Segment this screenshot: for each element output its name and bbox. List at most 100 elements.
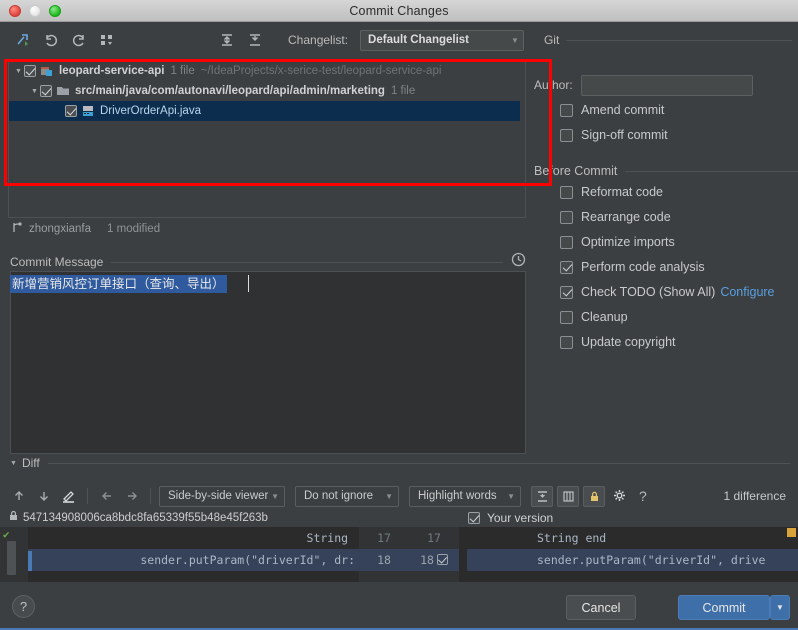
refresh-changes-icon[interactable] (12, 29, 34, 51)
chevron-down-icon[interactable]: ▼ (13, 68, 24, 75)
diff-right-code[interactable]: String end sender.putParam("driverId", d… (467, 527, 798, 582)
accept-change-checkbox[interactable] (436, 554, 448, 565)
java-file-icon (81, 104, 96, 118)
diff-left-gutter[interactable]: ✔ (0, 527, 28, 582)
file-checkbox[interactable] (40, 85, 52, 97)
amend-commit-checkbox[interactable] (560, 103, 573, 117)
left-line-number-column: 17 18 (359, 527, 409, 582)
changelist-dropdown[interactable]: Default Changelist ▼ (360, 29, 524, 51)
scrollbar-thumb[interactable] (7, 541, 16, 575)
expand-all-icon[interactable] (216, 29, 238, 51)
dialog-footer: ? Cancel Commit ▼ (0, 583, 798, 630)
option-update-copyright[interactable]: Update copyright (534, 331, 798, 353)
viewer-mode-value: Side-by-side viewer (168, 490, 269, 502)
branch-info: zhongxianfa 1 modified (12, 221, 160, 237)
lock-icon (8, 509, 19, 527)
tree-item-count: 1 file (170, 65, 195, 77)
chevron-down-icon[interactable]: ▼ (10, 460, 17, 467)
option-signoff-commit[interactable]: Sign-off commit (534, 124, 798, 146)
file-checkbox[interactable] (24, 65, 36, 77)
before-commit-divider (625, 170, 798, 172)
right-line-number-column: 17 18 (409, 527, 459, 582)
chevron-down-icon[interactable]: ▼ (29, 88, 40, 95)
clock-icon[interactable] (511, 252, 526, 272)
author-label: Author: (534, 78, 573, 92)
file-checkbox[interactable] (65, 105, 77, 117)
commit-message-value: 新增营销风控订单接口（查询、导出） (10, 275, 227, 293)
option-perform-code-analysis[interactable]: Perform code analysis (534, 256, 798, 278)
option-optimize-imports[interactable]: Optimize imports (534, 231, 798, 253)
line-number: 18 (359, 549, 409, 571)
difference-count: 1 difference (723, 489, 787, 503)
tree-scrollbar[interactable] (520, 61, 525, 217)
cleanup-checkbox[interactable] (560, 310, 573, 324)
commit-dropdown-button[interactable]: ▼ (770, 595, 790, 620)
change-marker (28, 551, 32, 571)
tree-row[interactable]: ▼ leopard-service-api 1 file ~/IdeaProje… (9, 61, 525, 81)
branch-name: zhongxianfa (29, 223, 92, 235)
rearrange-code-checkbox[interactable] (560, 210, 573, 224)
option-amend-commit[interactable]: Amend commit (534, 99, 798, 121)
diff-line-numbers: 17 18 17 18 (359, 527, 459, 582)
diff-toolbar: Side-by-side viewer ▼ Do not ignore ▼ Hi… (8, 483, 796, 509)
highlight-mode-dropdown[interactable]: Highlight words ▼ (409, 485, 521, 507)
code-line: String end (467, 527, 798, 549)
collapse-all-icon[interactable] (244, 29, 266, 51)
your-version-checkbox[interactable] (467, 512, 480, 524)
arrow-right-icon[interactable] (121, 486, 142, 507)
collapse-unchanged-icon[interactable] (531, 485, 553, 507)
diff-titles-row: 547134908006ca8bdc8fa65339f55b48e45f263b… (8, 509, 796, 527)
lock-icon[interactable] (583, 485, 605, 507)
show-diff-map-icon[interactable] (557, 485, 579, 507)
perform-code-analysis-checkbox[interactable] (560, 260, 573, 274)
arrow-down-icon[interactable] (33, 486, 54, 507)
optimize-imports-checkbox[interactable] (560, 235, 573, 249)
author-field[interactable] (580, 74, 753, 96)
viewer-mode-dropdown[interactable]: Side-by-side viewer ▼ (159, 485, 285, 507)
line-number: 17 (377, 531, 391, 545)
diff-map-marker (787, 528, 796, 537)
tree-row[interactable]: ▼ src/main/java/com/autonavi/leopard/api… (9, 81, 525, 101)
branch-icon (12, 221, 23, 237)
line-number-with-accept[interactable]: 18 (409, 549, 459, 571)
tree-item-path: ~/IdeaProjects/x-serice-test/leopard-ser… (200, 65, 442, 77)
arrow-up-icon[interactable] (8, 486, 29, 507)
reformat-code-checkbox[interactable] (560, 185, 573, 199)
option-rearrange-code[interactable]: Rearrange code (534, 206, 798, 228)
option-label: Sign-off commit (581, 128, 668, 142)
update-copyright-checkbox[interactable] (560, 335, 573, 349)
window-titlebar: Commit Changes (0, 0, 798, 22)
diff-viewer[interactable]: ✔ String sender.putParam("driverId", dr:… (0, 527, 798, 582)
cancel-button[interactable]: Cancel (566, 595, 636, 620)
signoff-commit-checkbox[interactable] (560, 128, 573, 142)
commit-message-input[interactable] (10, 271, 526, 454)
group-by-icon[interactable] (96, 29, 118, 51)
help-question-icon[interactable]: ? (635, 488, 651, 504)
option-label: Amend commit (581, 103, 665, 117)
changed-files-tree[interactable]: ▼ leopard-service-api 1 file ~/IdeaProje… (8, 60, 526, 218)
settings-gear-icon[interactable] (609, 486, 631, 507)
diff-section-title: Diff (21, 456, 40, 470)
changelist-label: Changelist: (288, 33, 349, 47)
tree-row[interactable]: DriverOrderApi.java (9, 101, 525, 121)
rollback-icon[interactable] (68, 29, 90, 51)
arrow-left-icon[interactable] (96, 486, 117, 507)
option-cleanup[interactable]: Cleanup (534, 306, 798, 328)
edit-pencil-icon[interactable] (58, 486, 79, 507)
commit-message-header: Commit Message (10, 252, 526, 272)
diff-section-header[interactable]: ▼ Diff (10, 456, 790, 470)
help-button[interactable]: ? (12, 595, 35, 618)
ignore-mode-dropdown[interactable]: Do not ignore ▼ (295, 485, 399, 507)
configure-link[interactable]: Configure (720, 285, 774, 299)
check-todo-checkbox[interactable] (560, 285, 573, 299)
code-line: sender.putParam("driverId", dr: (28, 549, 359, 571)
author-row: Author: (534, 74, 798, 96)
option-check-todo[interactable]: Check TODO (Show All) Configure (534, 281, 798, 303)
diff-left-code[interactable]: String sender.putParam("driverId", dr: (28, 527, 359, 582)
option-reformat-code[interactable]: Reformat code (534, 181, 798, 203)
commit-button[interactable]: Commit (678, 595, 770, 620)
folder-icon (56, 84, 71, 98)
your-version-title[interactable]: Your version (467, 511, 553, 525)
revert-icon[interactable] (40, 29, 62, 51)
git-section-divider (566, 39, 792, 41)
